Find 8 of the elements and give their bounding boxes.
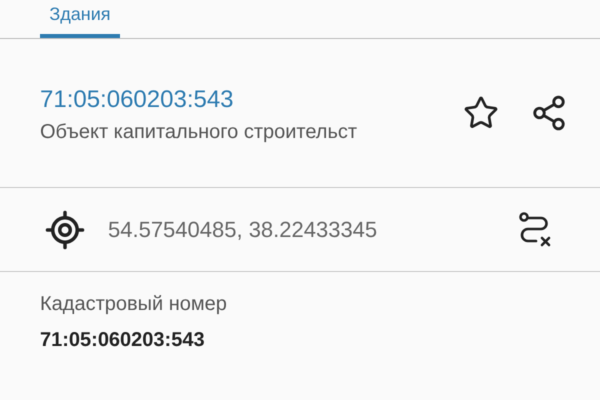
- field-value: 71:05:060203:543: [40, 328, 206, 352]
- object-type: Объект капитального строительст: [40, 120, 358, 144]
- coordinates: 54.57540485, 38.22433345: [108, 216, 378, 244]
- tab[interactable]: Здания: [40, 3, 120, 38]
- star-icon: [463, 95, 499, 131]
- field-label: Кадастровый номер: [40, 292, 228, 316]
- object-title: 71:05:060203:543: [40, 86, 235, 114]
- location-icon[interactable]: [44, 208, 86, 250]
